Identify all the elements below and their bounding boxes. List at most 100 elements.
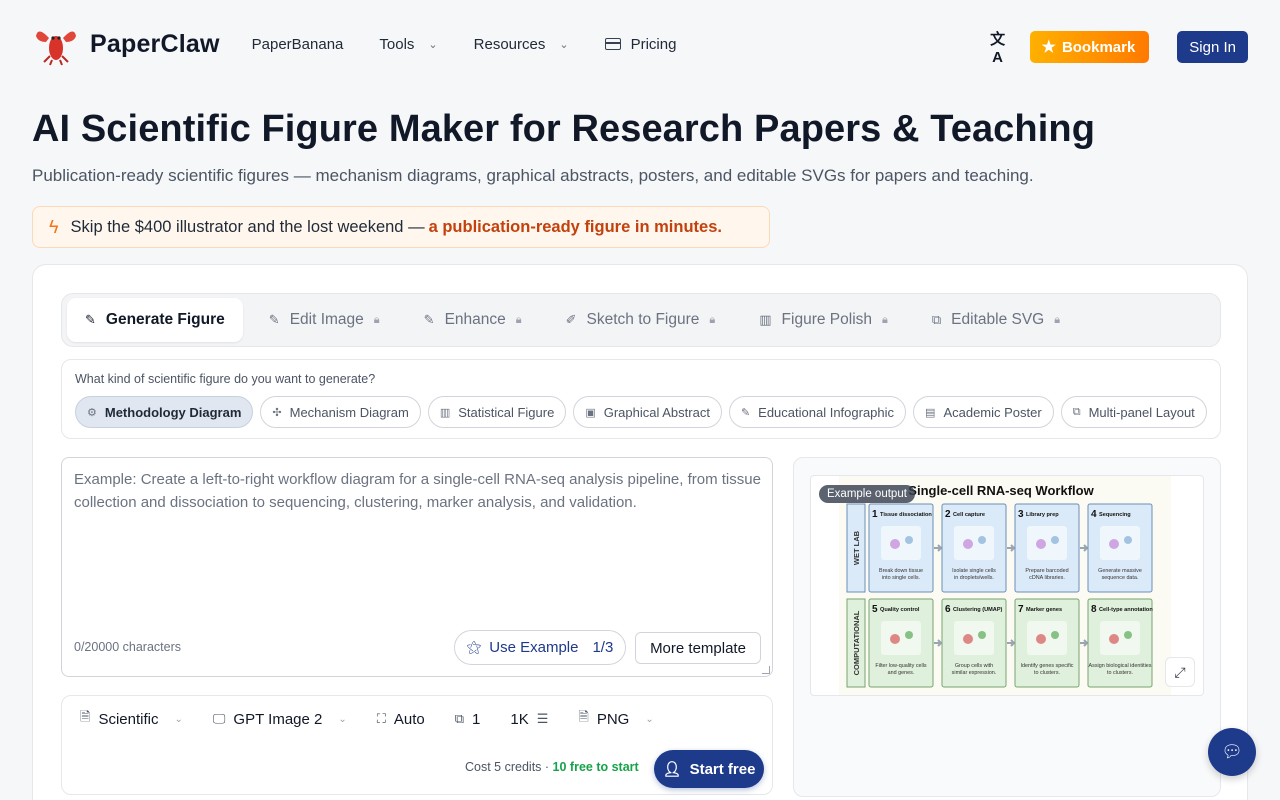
translate-icon[interactable]: 文A — [986, 28, 1010, 66]
style-select[interactable]: 🗎︎ Scientific ⌄ — [80, 708, 183, 730]
tab-sketch-to-figure[interactable]: ✐ Sketch to Figure 🔒︎ — [548, 298, 734, 342]
step-caption: in droplets/wells. — [954, 575, 994, 581]
top-header: PaperClaw PaperBanana Tools ⌄ Resources ⌄ … — [0, 0, 1280, 88]
nav-paperbanana[interactable]: PaperBanana — [252, 36, 344, 53]
poster-icon: ▤ — [925, 406, 936, 419]
infographic-icon: ✎ — [740, 406, 751, 419]
step-illustration — [1027, 621, 1067, 655]
chip-academic-poster[interactable]: ▤ Academic Poster — [913, 396, 1054, 428]
step-caption: Identify genes specific — [1020, 663, 1073, 669]
step-illustration-dot — [890, 539, 900, 549]
chip-label: Educational Infographic — [758, 404, 895, 420]
workflow-figure: Single-cell RNA-seq Workflow WET LAB 1 Tiss… — [839, 476, 1171, 695]
step-title: Cell capture — [953, 512, 985, 518]
resolution-select[interactable]: 1K ☰ — [510, 708, 548, 730]
step-illustration — [881, 621, 921, 655]
promo-highlight: a publication-ready figure in minutes. — [428, 217, 722, 236]
figure-type-chips: ⚙ Methodology Diagram ✣ Mechanism Diagram … — [75, 396, 1207, 428]
step-illustration-dot — [963, 539, 973, 549]
step-illustration-dot — [1109, 634, 1119, 644]
file-icon: 🗎︎ — [578, 709, 589, 724]
resize-handle[interactable] — [762, 666, 770, 674]
step-title: Library prep — [1026, 512, 1059, 518]
tab-editable-svg[interactable]: ⧉ Editable SVG 🔒︎ — [914, 298, 1078, 342]
step-caption: Isolate single cells — [952, 568, 996, 574]
step-title: Clustering (UMAP) — [953, 607, 1003, 613]
nav-tools[interactable]: Tools ⌄ — [379, 36, 437, 53]
chip-label: Academic Poster — [943, 404, 1042, 420]
step-illustration-dot — [1124, 631, 1132, 639]
tab-label: Enhance — [444, 311, 506, 328]
lock-icon: 🔒︎ — [1054, 313, 1061, 326]
format-value: PNG — [596, 710, 630, 728]
tab-figure-polish[interactable]: ▥ Figure Polish 🔒︎ — [741, 298, 906, 342]
step-illustration-dot — [978, 536, 986, 544]
chip-label: Graphical Abstract — [603, 404, 710, 420]
chip-label: Statistical Figure — [458, 404, 555, 420]
start-label: Start free — [689, 760, 756, 778]
step-illustration-dot — [905, 631, 913, 639]
aspect-ratio-select[interactable]: ⛶ Auto — [377, 708, 425, 730]
step-illustration-dot — [1109, 539, 1119, 549]
promo-text: Skip the $400 illustrator and the lost w… — [70, 217, 425, 236]
expand-icon[interactable]: ⤢ — [1165, 657, 1195, 687]
free-credits-text: 10 free to start — [552, 760, 639, 774]
tab-label: Edit Image — [289, 311, 364, 328]
chip-educational-infographic[interactable]: ✎ Educational Infographic — [728, 396, 907, 428]
chip-statistical-figure[interactable]: ▥ Statistical Figure — [427, 396, 567, 428]
brand-name: PaperClaw — [90, 29, 220, 58]
nav-resources[interactable]: Resources ⌄ — [474, 36, 569, 53]
step-caption: Group cells with — [955, 663, 993, 669]
example-output-image: Example output Single-cell RNA-seq Workf… — [810, 475, 1204, 696]
step-caption: Generate massive — [1098, 568, 1142, 574]
chip-graphical-abstract[interactable]: ▣ Graphical Abstract — [573, 396, 722, 428]
mechanism-icon: ✣ — [272, 406, 282, 419]
bookmark-button[interactable]: ★ Bookmark — [1029, 31, 1150, 63]
enhance-icon: ✎ — [423, 312, 435, 327]
image-count-select[interactable]: ⧉ 1 — [455, 708, 481, 730]
step-number: 3 — [1018, 509, 1024, 520]
step-caption: cDNA libraries. — [1029, 575, 1065, 581]
row-label: COMPUTATIONAL — [852, 610, 861, 675]
format-select[interactable]: 🗎︎ PNG ⌄ — [578, 708, 653, 730]
chip-mechanism-diagram[interactable]: ✣ Mechanism Diagram — [260, 396, 421, 428]
nav-pricing[interactable]: Pricing — [604, 36, 676, 53]
resolution-value: 1K — [510, 710, 529, 728]
step-number: 1 — [872, 509, 878, 520]
step-number: 6 — [945, 604, 951, 615]
page-subtitle: Publication-ready scientific figures — m… — [32, 166, 1034, 185]
aspect-ratio-icon: ⛶ — [376, 711, 386, 726]
step-illustration-dot — [963, 634, 973, 644]
tab-enhance[interactable]: ✎ Enhance 🔒︎ — [406, 298, 540, 342]
step-title: Tissue dissociation — [880, 512, 932, 518]
credit-card-icon — [604, 38, 621, 50]
start-free-button[interactable]: 👤︎ Start free — [654, 750, 764, 788]
chip-methodology-diagram[interactable]: ⚙ Methodology Diagram — [75, 396, 254, 428]
model-select[interactable]: 🖵︎ GPT Image 2 ⌄ — [213, 708, 347, 730]
monitor-icon: 🖵︎ — [212, 711, 226, 726]
more-template-button[interactable]: More template — [635, 632, 761, 664]
cost-text: Cost 5 credits · — [465, 760, 550, 774]
step-number: 7 — [1018, 604, 1024, 615]
prompt-textarea[interactable]: Example: Create a left-to-right workflow… — [61, 457, 773, 677]
tab-label: Sketch to Figure — [586, 311, 700, 328]
user-icon: 👤︎ — [662, 761, 682, 778]
edit-doc-icon: ✎ — [85, 312, 96, 327]
character-counter: 0/20000 characters — [74, 640, 182, 654]
step-caption: and genes. — [888, 670, 915, 676]
chip-multi-panel-layout[interactable]: ⧉ Multi-panel Layout — [1060, 396, 1207, 428]
step-illustration-dot — [1036, 634, 1046, 644]
page-title: AI Scientific Figure Maker for Research … — [32, 108, 1096, 150]
tab-generate-figure[interactable]: ✎ Generate Figure — [67, 298, 243, 342]
lock-icon: 🔒︎ — [515, 313, 522, 326]
workflow-icon: ⚙ — [87, 406, 97, 419]
use-example-button[interactable]: ⚝ Use Example 1/3 — [454, 630, 626, 665]
chevron-down-icon: ⌄ — [645, 713, 654, 725]
logo[interactable]: PaperClaw — [32, 22, 220, 66]
magic-wand-icon: ⚝ — [466, 639, 482, 656]
bar-chart-icon: ▥ — [759, 312, 772, 327]
chat-support-button[interactable]: 💬︎ — [1208, 728, 1256, 776]
sign-in-button[interactable]: Sign In — [1177, 31, 1248, 63]
tab-edit-image[interactable]: ✎ Edit Image 🔒︎ — [251, 298, 398, 342]
nav-label: PaperBanana — [251, 35, 344, 53]
